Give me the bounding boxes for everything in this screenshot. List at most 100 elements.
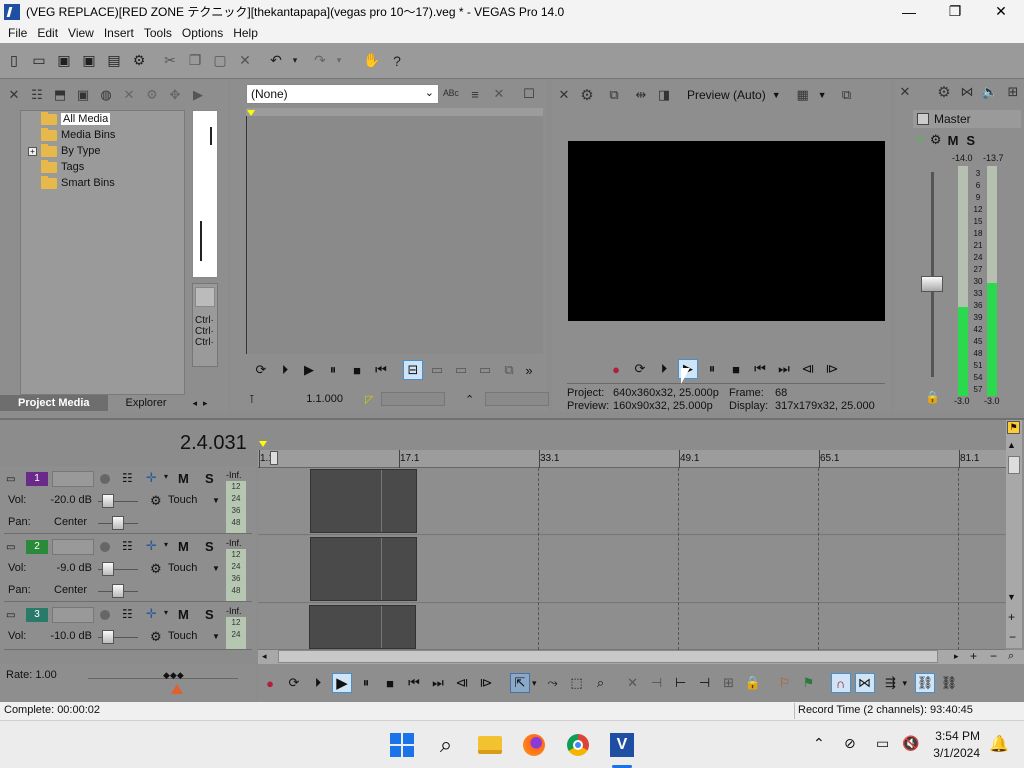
collapse-track-icon[interactable]: ▭ — [6, 610, 15, 621]
collapse-track-icon[interactable]: ▭ — [6, 542, 15, 553]
track-solo-button[interactable]: S — [205, 607, 214, 622]
ripple-dropdown-icon[interactable]: ▾ — [903, 678, 908, 689]
menu-file[interactable]: File — [3, 26, 32, 40]
vertical-scrollbar[interactable]: ⚑ ▲ ▼ + − — [1006, 420, 1022, 648]
pin-icon[interactable]: ⊺ — [249, 393, 263, 406]
close-button[interactable]: ✕ — [978, 0, 1024, 23]
track-number[interactable]: 3 — [26, 608, 48, 622]
edit-tool-dropdown-icon[interactable]: ▾ — [532, 678, 537, 689]
track-lane-3[interactable] — [258, 604, 1006, 650]
normal-edit-tool-icon[interactable]: ⇱ — [510, 673, 530, 693]
save-as-icon[interactable]: ▣ — [81, 52, 97, 69]
automation-dropdown-icon[interactable]: ▼ — [212, 496, 220, 505]
chevron-down-icon[interactable]: ▼ — [772, 90, 781, 100]
media-list-pane[interactable] — [192, 110, 218, 278]
automation-dropdown-icon[interactable]: ▼ — [212, 564, 220, 573]
arm-record-icon[interactable] — [100, 610, 110, 620]
trimmer-tools-icon[interactable]: ≡ — [467, 86, 483, 102]
vegas-pro-taskbar-icon[interactable]: V — [608, 731, 636, 759]
windows-start-icon[interactable] — [388, 731, 416, 759]
play-media-icon[interactable]: ▶ — [190, 87, 206, 103]
undo-icon[interactable]: ↶ — [268, 52, 284, 69]
event-clip[interactable] — [310, 469, 417, 533]
scroll-left-icon[interactable]: ◂ — [262, 651, 267, 662]
zoom-tool-icon[interactable]: ⌕ — [1008, 650, 1014, 663]
mixer-settings-icon[interactable]: ⊞ — [1005, 84, 1021, 100]
master-fader-handle[interactable] — [921, 276, 943, 292]
trimmer-clear-icon[interactable]: ✕ — [491, 86, 507, 102]
open-folder-icon[interactable]: ▭ — [31, 52, 47, 69]
in-point-icon[interactable]: ◸ — [365, 393, 379, 406]
properties-gear-icon[interactable]: ⚙ — [131, 52, 147, 69]
record-icon[interactable]: ● — [260, 673, 280, 693]
tab-project-media[interactable]: Project Media — [0, 395, 108, 411]
tree-item-smart-bins[interactable]: Smart Bins — [21, 175, 184, 191]
get-media-from-web-icon[interactable]: ◍ — [98, 87, 114, 103]
envelope-tool-icon[interactable]: ⤳ — [543, 673, 563, 693]
copy-snapshot-icon[interactable]: ⧉ — [839, 87, 855, 103]
play-icon[interactable]: ▶ — [299, 360, 319, 380]
delete-icon[interactable]: ✕ — [237, 52, 253, 69]
go-to-end-icon[interactable]: ⏭ — [774, 359, 794, 379]
media-generator-icon[interactable]: ✥ — [167, 87, 183, 103]
previous-frame-icon[interactable]: ⧏ — [452, 673, 472, 693]
external-monitor-icon[interactable]: ⧉ — [606, 87, 622, 103]
automation-mode[interactable]: Touch — [168, 562, 197, 574]
trimmer-menu-icon[interactable]: ☐ — [521, 86, 537, 102]
add-to-timeline-icon[interactable]: ⊟ — [403, 360, 423, 380]
track-solo-button[interactable]: S — [205, 471, 214, 486]
track-motion-icon[interactable]: ✛ — [146, 470, 157, 486]
overlays-grid-icon[interactable]: ▦ — [795, 87, 811, 103]
lock-envelopes-icon[interactable]: ⛓ — [915, 673, 936, 693]
scroll-down-icon[interactable]: ▼ — [1007, 592, 1016, 602]
trimmer-media-area[interactable] — [248, 116, 543, 354]
panel-close-icon[interactable]: ✕ — [6, 87, 22, 103]
track-number[interactable]: 1 — [26, 472, 48, 486]
record-icon[interactable]: ● — [606, 359, 626, 379]
panel-close-icon[interactable]: ✕ — [556, 87, 572, 103]
ignore-event-grouping-icon[interactable]: ⛓ — [939, 673, 959, 693]
auto-ripple-icon[interactable]: ⇶ — [881, 673, 901, 693]
event-clip[interactable] — [310, 537, 417, 601]
trimmer-media-dropdown[interactable]: (None) ⌄ — [246, 84, 439, 104]
menu-insert[interactable]: Insert — [99, 26, 139, 40]
copy-icon[interactable]: ❐ — [187, 52, 203, 69]
downmix-icon[interactable]: ⋈ — [959, 84, 975, 100]
automation-dropdown-icon[interactable]: ▼ — [212, 632, 220, 641]
scroll-up-icon[interactable]: ▲ — [1007, 440, 1016, 450]
timeline-ruler[interactable]: 1.1 17.1 33.1 49.1 65.1 81.1 — [258, 450, 1006, 468]
menu-tools[interactable]: Tools — [139, 26, 177, 40]
chrome-icon[interactable] — [564, 731, 592, 759]
video-output-fx-gear-icon[interactable]: ⚙ — [579, 87, 595, 104]
event-clip[interactable] — [309, 605, 416, 649]
add-before-cursor-icon[interactable]: ▭ — [427, 360, 447, 380]
cut-icon[interactable]: ✂ — [162, 52, 178, 69]
next-frame-icon[interactable]: ⧐ — [822, 359, 842, 379]
save-icon[interactable]: ▣ — [56, 52, 72, 69]
tab-scroll-right-icon[interactable]: ▸ — [203, 398, 208, 409]
preview-quality-dropdown[interactable]: Preview (Auto) — [687, 88, 766, 102]
pause-icon[interactable]: ⏸ — [323, 360, 343, 380]
track-header-1[interactable]: ▭ 1 ☷ ✛ ▾ M S -Inf. 12 24 36 48 Vol: -20.0 dB ⚙ Touch ▼ P… — [4, 468, 252, 534]
split-icon[interactable]: ⊞ — [719, 673, 739, 693]
render-icon[interactable]: ▤ — [106, 52, 122, 69]
track-mute-button[interactable]: M — [178, 471, 189, 486]
insert-region-icon[interactable]: ⚑ — [799, 673, 819, 693]
track-lane-1[interactable] — [258, 468, 1006, 535]
redo-dropdown-icon[interactable]: ▾ — [331, 53, 347, 69]
track-motion-icon[interactable]: ✛ — [146, 606, 157, 622]
zoom-out-vertical-icon[interactable]: − — [1009, 630, 1016, 644]
go-to-start-icon[interactable]: ⏮ — [371, 360, 391, 380]
marker-flag-icon[interactable]: ⚑ — [1007, 421, 1020, 434]
go-to-start-icon[interactable]: ⏮ — [750, 359, 770, 379]
previous-frame-icon[interactable]: ⧏ — [798, 359, 818, 379]
zoom-in-horizontal-icon[interactable]: + — [970, 649, 977, 663]
split-screen-icon[interactable]: ⇹ — [633, 87, 649, 103]
loop-playback-icon[interactable]: ⟳ — [630, 359, 650, 379]
automation-gear-icon[interactable]: ⚙ — [150, 561, 162, 577]
video-preview-screen[interactable] — [568, 141, 885, 321]
play-from-start-icon[interactable]: ⏵ — [654, 359, 674, 379]
play-icon[interactable]: ▶ — [332, 673, 352, 693]
overlays-dropdown-icon[interactable]: ▼ — [818, 90, 827, 100]
network-icon[interactable]: ⊘ — [844, 735, 856, 752]
